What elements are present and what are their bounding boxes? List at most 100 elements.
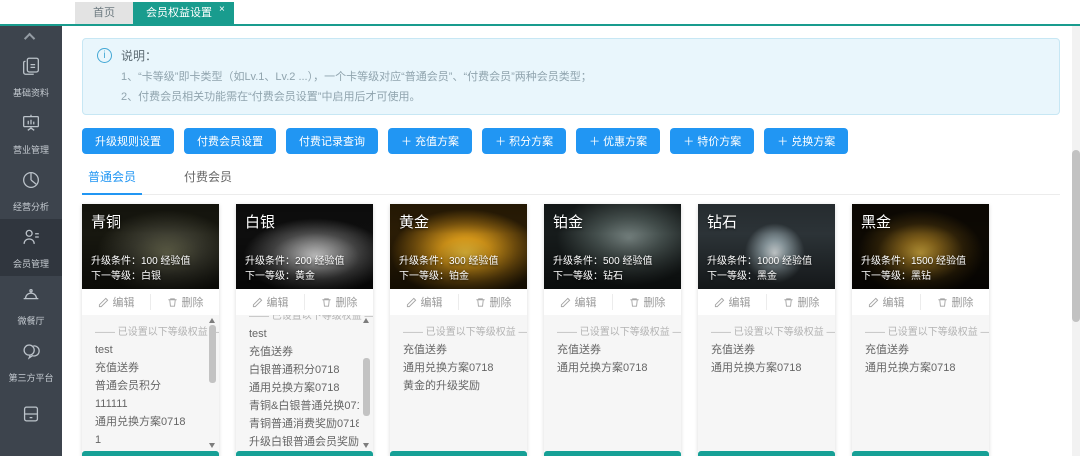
card-actions: 编辑 删除 — [544, 289, 681, 315]
close-icon[interactable]: × — [219, 4, 225, 16]
delete-button[interactable]: 删除 — [458, 294, 527, 310]
card-actions: 编辑 删除 — [390, 289, 527, 315]
delete-button[interactable]: 删除 — [766, 294, 835, 310]
tab-label: 会员权益设置 — [146, 2, 212, 24]
edit-button[interactable]: 编辑 — [390, 294, 458, 310]
notice-title: 说明： — [121, 47, 157, 64]
edit-button[interactable]: 编辑 — [698, 294, 766, 310]
tab-normal-member[interactable]: 普通会员 — [82, 164, 142, 195]
benefit-item: 充值送券 — [249, 343, 359, 361]
upgrade-rules-button[interactable]: 升级规则设置 — [82, 128, 174, 154]
delete-button[interactable]: 删除 — [150, 294, 219, 310]
delete-button[interactable]: 删除 — [920, 294, 989, 310]
sidebar-item-micro-restaurant[interactable]: 微餐厅 — [0, 276, 62, 333]
notice-box: i 说明： 1、“卡等级”即卡类型（如Lv.1、Lv.2 ...），一个卡等级对… — [82, 38, 1060, 115]
sidebar-item-basic-data[interactable]: 基础资料 — [0, 48, 62, 105]
tab-home[interactable]: 首页 — [75, 2, 133, 24]
sidebar-item-member-management[interactable]: 会员管理 — [0, 219, 62, 276]
add-recharge-plan-button[interactable]: ＋ 充值方案 — [388, 128, 472, 154]
pencil-icon — [98, 297, 109, 308]
edit-button[interactable]: 编辑 — [236, 294, 304, 310]
page-scroll-thumb[interactable] — [1072, 150, 1080, 322]
delete-button[interactable]: 删除 — [612, 294, 681, 310]
presentation-icon — [20, 112, 42, 139]
benefits-scrollbar[interactable] — [208, 318, 217, 448]
scroll-up-icon[interactable] — [363, 318, 369, 323]
delete-button[interactable]: 删除 — [304, 294, 373, 310]
benefit-item: 白银普通积分0718 — [249, 361, 359, 379]
level-title: 铂金 — [553, 211, 672, 232]
benefit-item: 充值送券 — [403, 341, 513, 359]
benefit-item: 通用兑换方案0718 — [95, 413, 205, 431]
add-points-plan-button[interactable]: ＋ 积分方案 — [482, 128, 566, 154]
sidebar-item-label: 经营分析 — [13, 200, 49, 213]
benefits-list: —— 已设置以下等级权益 —— 充值送券 通用兑换方案0718 — [698, 315, 835, 451]
set-benefits-button[interactable]: 设置权益 — [236, 451, 373, 456]
benefit-item: 充值送券 — [711, 341, 821, 359]
cloche-icon — [20, 283, 42, 310]
benefits-scrollbar[interactable] — [362, 318, 371, 448]
benefit-item: 通用兑换方案0718 — [711, 359, 821, 377]
page-scrollbar[interactable] — [1072, 26, 1080, 456]
trash-icon — [937, 297, 948, 308]
sidebar-item-business-management[interactable]: 营业管理 — [0, 105, 62, 162]
pencil-icon — [406, 297, 417, 308]
benefit-item: test — [249, 325, 359, 343]
level-card-diamond: 钻石 升级条件：1000 经验值 下一等级：黑金 编辑 删除 —— 已设置以下等… — [698, 204, 835, 456]
benefits-list: —— 已设置以下等级权益 —— 充值送券 通用兑换方案0718 黄金的升级奖励 — [390, 315, 527, 451]
edit-button[interactable]: 编辑 — [82, 294, 150, 310]
sidebar-item-operation-analysis[interactable]: 经营分析 — [0, 162, 62, 219]
benefit-item: 08/10 — [95, 449, 205, 451]
scroll-thumb[interactable] — [363, 358, 370, 416]
paid-member-settings-button[interactable]: 付费会员设置 — [184, 128, 276, 154]
benefits-header: —— 已设置以下等级权益 —— — [95, 323, 205, 338]
info-icon: i — [97, 48, 112, 63]
card-actions: 编辑 删除 — [82, 289, 219, 315]
benefit-item: 青铜&白银普通兑换0718 — [249, 397, 359, 415]
window-tab-strip: 首页 会员权益设置 × — [0, 0, 1080, 24]
pencil-icon — [560, 297, 571, 308]
benefit-item: 充值送券 — [557, 341, 667, 359]
chat-icon — [20, 340, 42, 367]
benefit-item: 充值送券 — [95, 359, 205, 377]
edit-button[interactable]: 编辑 — [544, 294, 612, 310]
level-meta: 升级条件：1000 经验值 下一等级：黑金 — [707, 254, 812, 284]
sidebar-item-label: 微餐厅 — [17, 314, 44, 327]
benefit-item: 通用兑换方案0718 — [557, 359, 667, 377]
benefits-header: —— 已设置以下等级权益 —— — [865, 323, 975, 338]
set-benefits-button[interactable]: 设置权益 — [852, 451, 989, 456]
add-special-price-plan-button[interactable]: ＋ 特价方案 — [670, 128, 754, 154]
scroll-down-icon[interactable] — [209, 443, 215, 448]
level-title: 黑金 — [861, 211, 980, 232]
card-actions: 编辑 删除 — [698, 289, 835, 315]
scroll-up-icon[interactable] — [209, 318, 215, 323]
set-benefits-button[interactable]: 设置权益 — [82, 451, 219, 456]
trash-icon — [167, 297, 178, 308]
scroll-thumb[interactable] — [209, 325, 216, 383]
sidebar-item-third-party-platform[interactable]: 第三方平台 — [0, 333, 62, 390]
set-benefits-button[interactable]: 设置权益 — [544, 451, 681, 456]
trash-icon — [629, 297, 640, 308]
tab-member-benefits-settings[interactable]: 会员权益设置 × — [133, 2, 234, 24]
edit-button[interactable]: 编辑 — [852, 294, 920, 310]
set-benefits-button[interactable]: 设置权益 — [390, 451, 527, 456]
payment-records-button[interactable]: 付费记录查询 — [286, 128, 378, 154]
add-discount-plan-button[interactable]: ＋ 优惠方案 — [576, 128, 660, 154]
card-actions: 编辑 删除 — [852, 289, 989, 315]
level-title: 黄金 — [399, 211, 518, 232]
benefit-item: 青铜普通消费奖励0718 — [249, 415, 359, 433]
level-image-diamond: 钻石 升级条件：1000 经验值 下一等级：黑金 — [698, 204, 835, 289]
set-benefits-button[interactable]: 设置权益 — [698, 451, 835, 456]
level-card-gold: 黄金 升级条件：300 经验值 下一等级：铂金 编辑 删除 —— 已设置以下等级… — [390, 204, 527, 456]
level-title: 钻石 — [707, 211, 826, 232]
tab-paid-member[interactable]: 付费会员 — [178, 164, 238, 194]
benefit-item: 111111 — [95, 395, 205, 413]
level-meta: 升级条件：200 经验值 下一等级：黄金 — [245, 254, 344, 284]
sidebar-collapse-button[interactable] — [0, 26, 62, 48]
benefits-header: —— 已设置以下等级权益 —— — [557, 323, 667, 338]
trash-icon — [475, 297, 486, 308]
add-exchange-plan-button[interactable]: ＋ 兑换方案 — [764, 128, 848, 154]
scroll-down-icon[interactable] — [363, 443, 369, 448]
sidebar-item-storage[interactable] — [0, 390, 62, 447]
benefit-item: 普通会员积分 — [95, 377, 205, 395]
